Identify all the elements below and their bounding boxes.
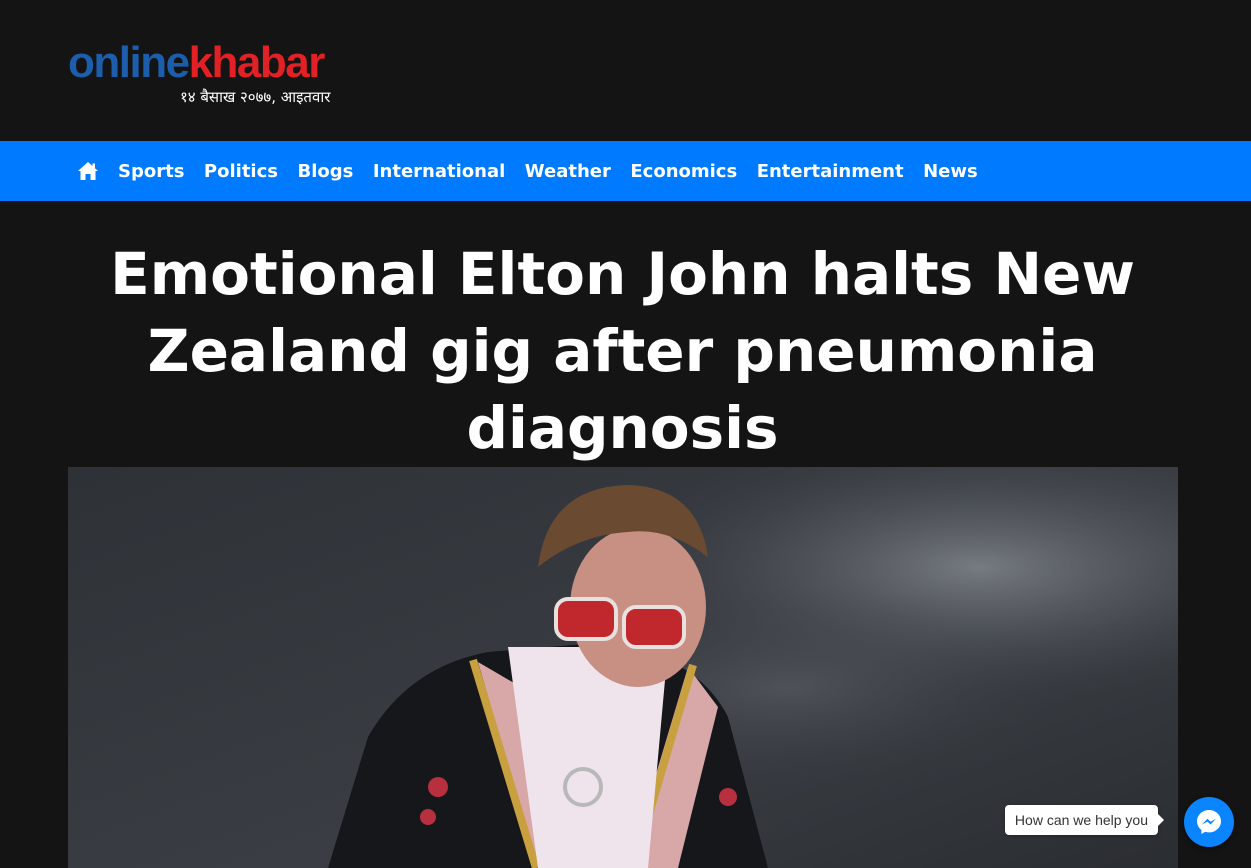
messenger-chat-button[interactable] [1184,797,1234,847]
nav-item-international[interactable]: International [373,161,505,182]
header-date: १४ बैसाख २०७७, आइतवार [180,88,331,106]
nav-item-blogs[interactable]: Blogs [297,161,353,182]
nav-item-sports[interactable]: Sports [118,161,184,182]
nav-item-economics[interactable]: Economics [630,161,737,182]
main-nav: Sports Politics Blogs International Weat… [0,141,1251,201]
home-icon [78,162,98,180]
chat-prompt-bubble[interactable]: How can we help you [1004,805,1165,835]
site-logo[interactable]: onlinekhabar [68,38,326,88]
nav-item-entertainment[interactable]: Entertainment [757,161,904,182]
nav-item-politics[interactable]: Politics [204,161,278,182]
logo-khabar-text: khabar [188,38,326,87]
messenger-icon [1197,810,1221,834]
nav-item-news[interactable]: News [923,161,978,182]
nav-item-weather[interactable]: Weather [525,161,611,182]
site-header: onlinekhabar १४ बैसाख २०७७, आइतवार [0,0,1251,141]
nav-items: Sports Politics Blogs International Weat… [77,141,997,201]
article-headline: Emotional Elton John halts New Zealand g… [110,240,1135,462]
logo-online-text: online [68,38,190,87]
nav-home-link[interactable] [77,160,99,182]
